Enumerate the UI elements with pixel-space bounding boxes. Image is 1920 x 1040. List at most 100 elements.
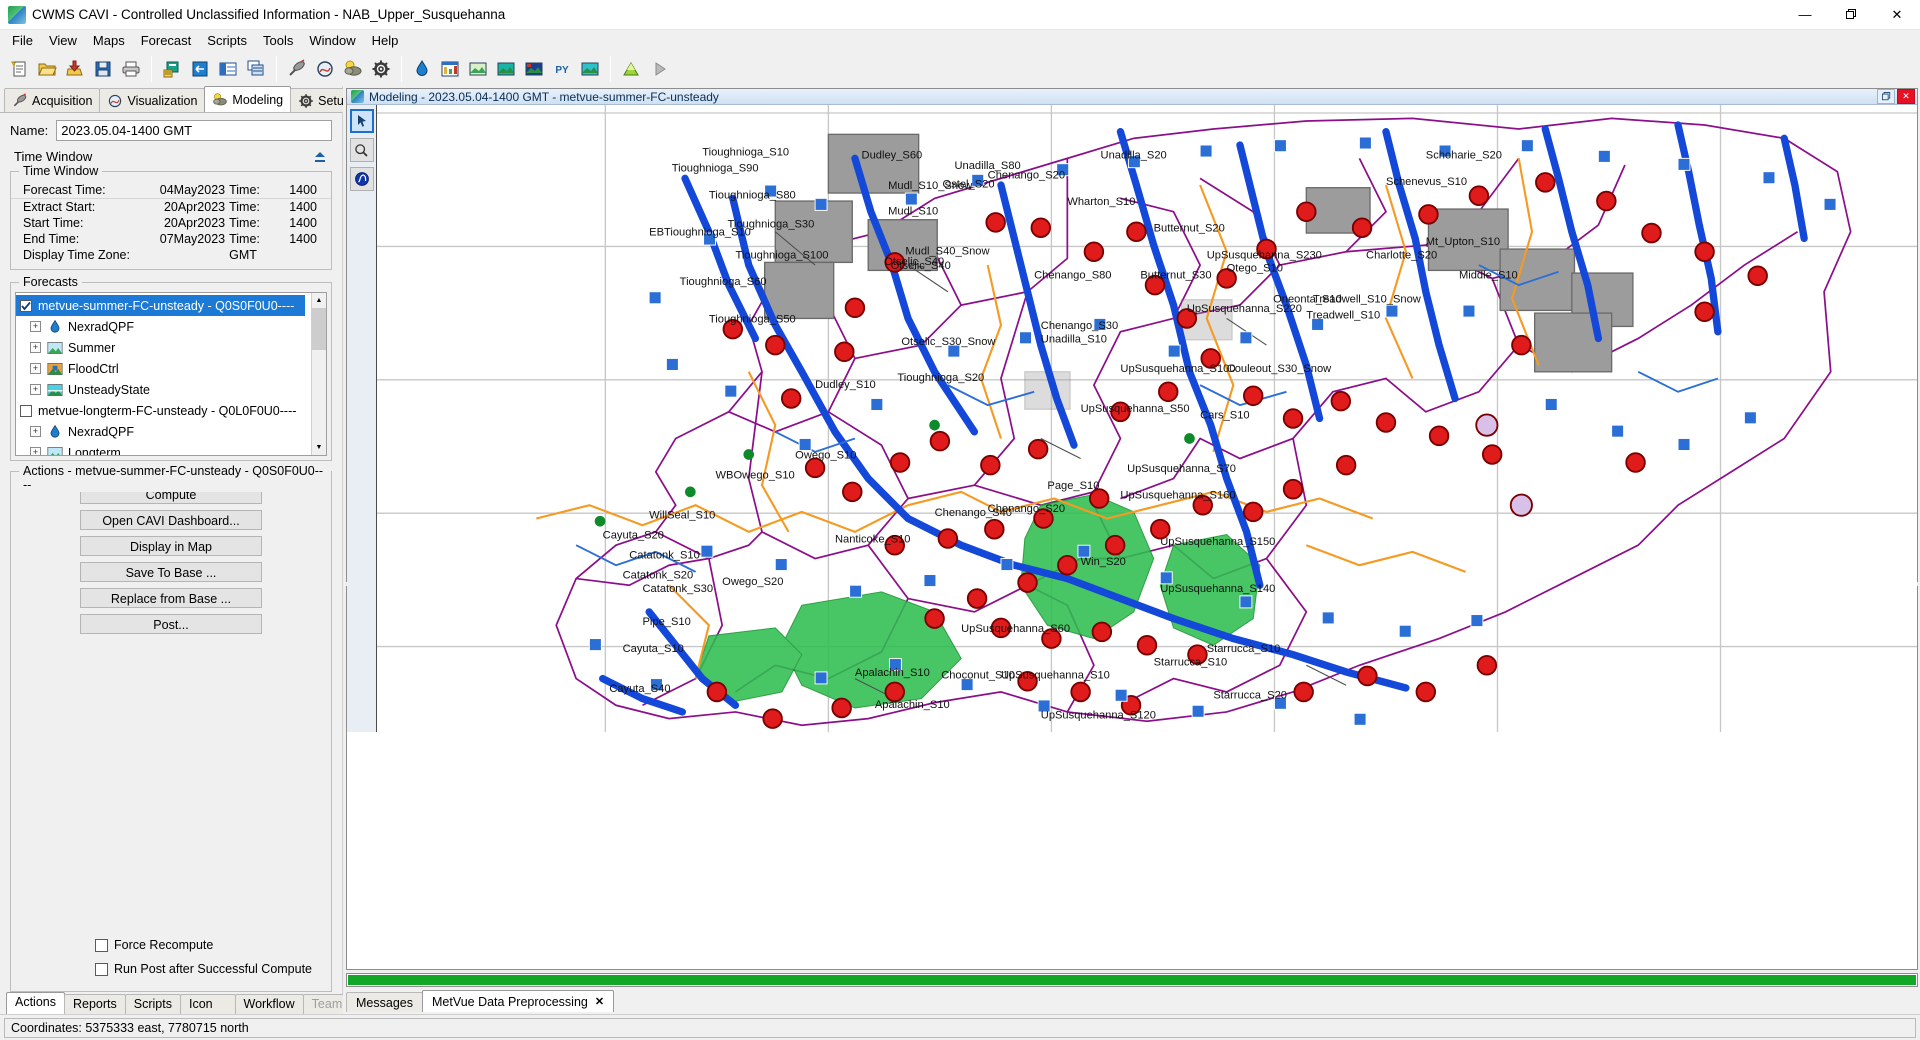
tree-node-metvue-summer[interactable]: metvue-summer-FC-unsteady - Q0S0F0U0---- — [16, 295, 305, 316]
open-folder-icon[interactable] — [34, 56, 60, 82]
setup-gear-icon[interactable] — [368, 56, 394, 82]
map-feature-label: Starrucca_S10 — [1207, 643, 1281, 655]
checkbox-checked-icon[interactable] — [20, 299, 32, 312]
tree-node-unsteadystate[interactable]: + UnsteadyState — [16, 379, 311, 400]
expand-plus-icon[interactable]: + — [30, 384, 41, 395]
menu-forecast[interactable]: Forecast — [133, 30, 200, 52]
pan-globe-tool[interactable] — [349, 167, 374, 191]
expand-plus-icon[interactable]: + — [30, 426, 41, 437]
expand-plus-icon[interactable]: + — [30, 321, 41, 332]
force-recompute-checkbox[interactable] — [95, 938, 108, 952]
save-icon[interactable] — [90, 56, 116, 82]
name-input[interactable] — [56, 120, 332, 141]
menu-scripts[interactable]: Scripts — [199, 30, 255, 52]
print-icon[interactable] — [118, 56, 144, 82]
save-to-base-button[interactable]: Save To Base ... — [80, 562, 262, 582]
scrollbar-track[interactable] — [312, 350, 326, 440]
menu-bar: File View Maps Forecast Scripts Tools Wi… — [0, 30, 1920, 52]
map-close-button[interactable]: ✕ — [1897, 89, 1915, 104]
scrollbar-thumb[interactable] — [312, 308, 326, 350]
maximize-button[interactable] — [1828, 0, 1874, 30]
map-feature-label: Charlotte_S20 — [1366, 249, 1437, 261]
new-document-icon[interactable] — [6, 56, 32, 82]
tree-node-summer[interactable]: + Summer — [16, 337, 311, 358]
acquisition-icon[interactable] — [284, 56, 310, 82]
checkbox-unchecked-icon[interactable] — [20, 404, 32, 417]
tree-node-nexradqpf-summer[interactable]: + NexradQPF — [16, 316, 311, 337]
menu-view[interactable]: View — [41, 30, 85, 52]
tree-node-floodctrl[interactable]: + FloodCtrl — [16, 358, 311, 379]
modeling-icon — [212, 92, 228, 108]
map-feature-label: UpSusquehanna_S10 — [1001, 670, 1110, 682]
scroll-up-icon[interactable]: ▲ — [312, 293, 326, 308]
display-timezone-value: GMT — [229, 248, 257, 262]
watershed-map-graphic[interactable]: Tioughnioga_S10Mudl_S10_SnowDudley_S60Mu… — [377, 105, 1917, 732]
menu-tools[interactable]: Tools — [255, 30, 301, 52]
force-recompute-row[interactable]: Force Recompute — [11, 933, 331, 957]
map-blue-icon[interactable] — [493, 56, 519, 82]
tab-workflow[interactable]: Workflow — [234, 994, 304, 1014]
tree-scrollbar[interactable]: ▲ ▼ — [311, 293, 326, 455]
import-icon[interactable] — [62, 56, 88, 82]
map-green-icon[interactable] — [465, 56, 491, 82]
collapse-chevron-icon[interactable] — [312, 148, 328, 164]
close-button[interactable]: ✕ — [1874, 0, 1920, 30]
python-icon[interactable]: PY — [549, 56, 575, 82]
tree-node-metvue-longterm[interactable]: metvue-longterm-FC-unsteady - Q0L0F0U0--… — [16, 400, 311, 421]
water-drop-icon[interactable] — [409, 56, 435, 82]
menu-window[interactable]: Window — [301, 30, 363, 52]
open-watershed-icon[interactable] — [187, 56, 213, 82]
tab-reports[interactable]: Reports — [64, 994, 126, 1014]
tab-metvue-data-preprocessing[interactable]: MetVue Data Preprocessing ✕ — [421, 990, 615, 1012]
tab-visualization[interactable]: Visualization — [99, 88, 206, 112]
close-icon[interactable]: ✕ — [595, 993, 604, 1011]
time-window-header-label: Time Window — [14, 148, 93, 164]
terrain-icon[interactable] — [618, 56, 644, 82]
run-post-row[interactable]: Run Post after Successful Compute — [11, 957, 331, 981]
map-feature-label: UpSusquehanna_S100 — [1120, 363, 1235, 375]
map-teal-icon[interactable] — [577, 56, 603, 82]
menu-file[interactable]: File — [4, 30, 41, 52]
tab-acquisition[interactable]: Acquisition — [4, 88, 101, 112]
select-arrow-tool[interactable] — [349, 109, 374, 133]
tab-icon-layers[interactable]: Icon Layers — [179, 994, 236, 1029]
open-cavi-dashboard-button[interactable]: Open CAVI Dashboard... — [80, 510, 262, 530]
minimize-button[interactable]: — — [1782, 0, 1828, 30]
tab-modeling[interactable]: Modeling — [204, 86, 292, 112]
menu-help[interactable]: Help — [364, 30, 407, 52]
new-watershed-icon[interactable] — [159, 56, 185, 82]
scroll-down-icon[interactable]: ▼ — [312, 440, 326, 455]
expand-plus-icon[interactable]: + — [30, 342, 41, 353]
grid-table-icon[interactable] — [437, 56, 463, 82]
actions-group-title: Actions - metvue-summer-FC-unsteady - Q0… — [19, 464, 331, 492]
map-feature-label: Mudl_S10 — [888, 205, 938, 217]
expand-plus-icon[interactable]: + — [30, 363, 41, 374]
zoom-magnifier-tool[interactable] — [349, 138, 374, 162]
layout-icon[interactable] — [215, 56, 241, 82]
run-play-icon[interactable] — [646, 56, 672, 82]
copy-layers-icon[interactable] — [243, 56, 269, 82]
menu-maps[interactable]: Maps — [85, 30, 133, 52]
run-post-checkbox[interactable] — [95, 962, 108, 976]
tab-messages-label: Messages — [356, 995, 413, 1010]
modeling-icon[interactable] — [340, 56, 366, 82]
map-feature-label: Unadilla_S80 — [955, 160, 1021, 172]
map-feature-label: UpSusquehanna_S160 — [1120, 489, 1235, 501]
map-canvas[interactable]: Tioughnioga_S10 Mudl_S10_Snow Dudley_S60 Mu… — [377, 105, 1917, 732]
expand-plus-icon[interactable]: + — [30, 447, 41, 455]
map-restore-button[interactable] — [1877, 89, 1895, 104]
progress-bar-fill — [348, 975, 1916, 985]
display-in-map-button[interactable]: Display in Map — [80, 536, 262, 556]
map-feature-label: Couleout_S30_Snow — [1227, 363, 1333, 375]
map-dark-icon[interactable] — [521, 56, 547, 82]
tab-actions[interactable]: Actions — [6, 992, 65, 1014]
tree-node-label: metvue-longterm-FC-unsteady - Q0L0F0U0--… — [38, 403, 297, 418]
tree-node-nexradqpf-longterm[interactable]: + NexradQPF — [16, 421, 311, 442]
tree-node-longterm[interactable]: + Longterm — [16, 442, 311, 455]
replace-from-base-button[interactable]: Replace from Base ... — [80, 588, 262, 608]
visualization-icon[interactable] — [312, 56, 338, 82]
post-button[interactable]: Post... — [80, 614, 262, 634]
tab-messages[interactable]: Messages — [346, 992, 423, 1012]
tab-scripts[interactable]: Scripts — [124, 994, 181, 1014]
left-panel: Acquisition Visualization Modeling Setup… — [0, 86, 359, 1029]
